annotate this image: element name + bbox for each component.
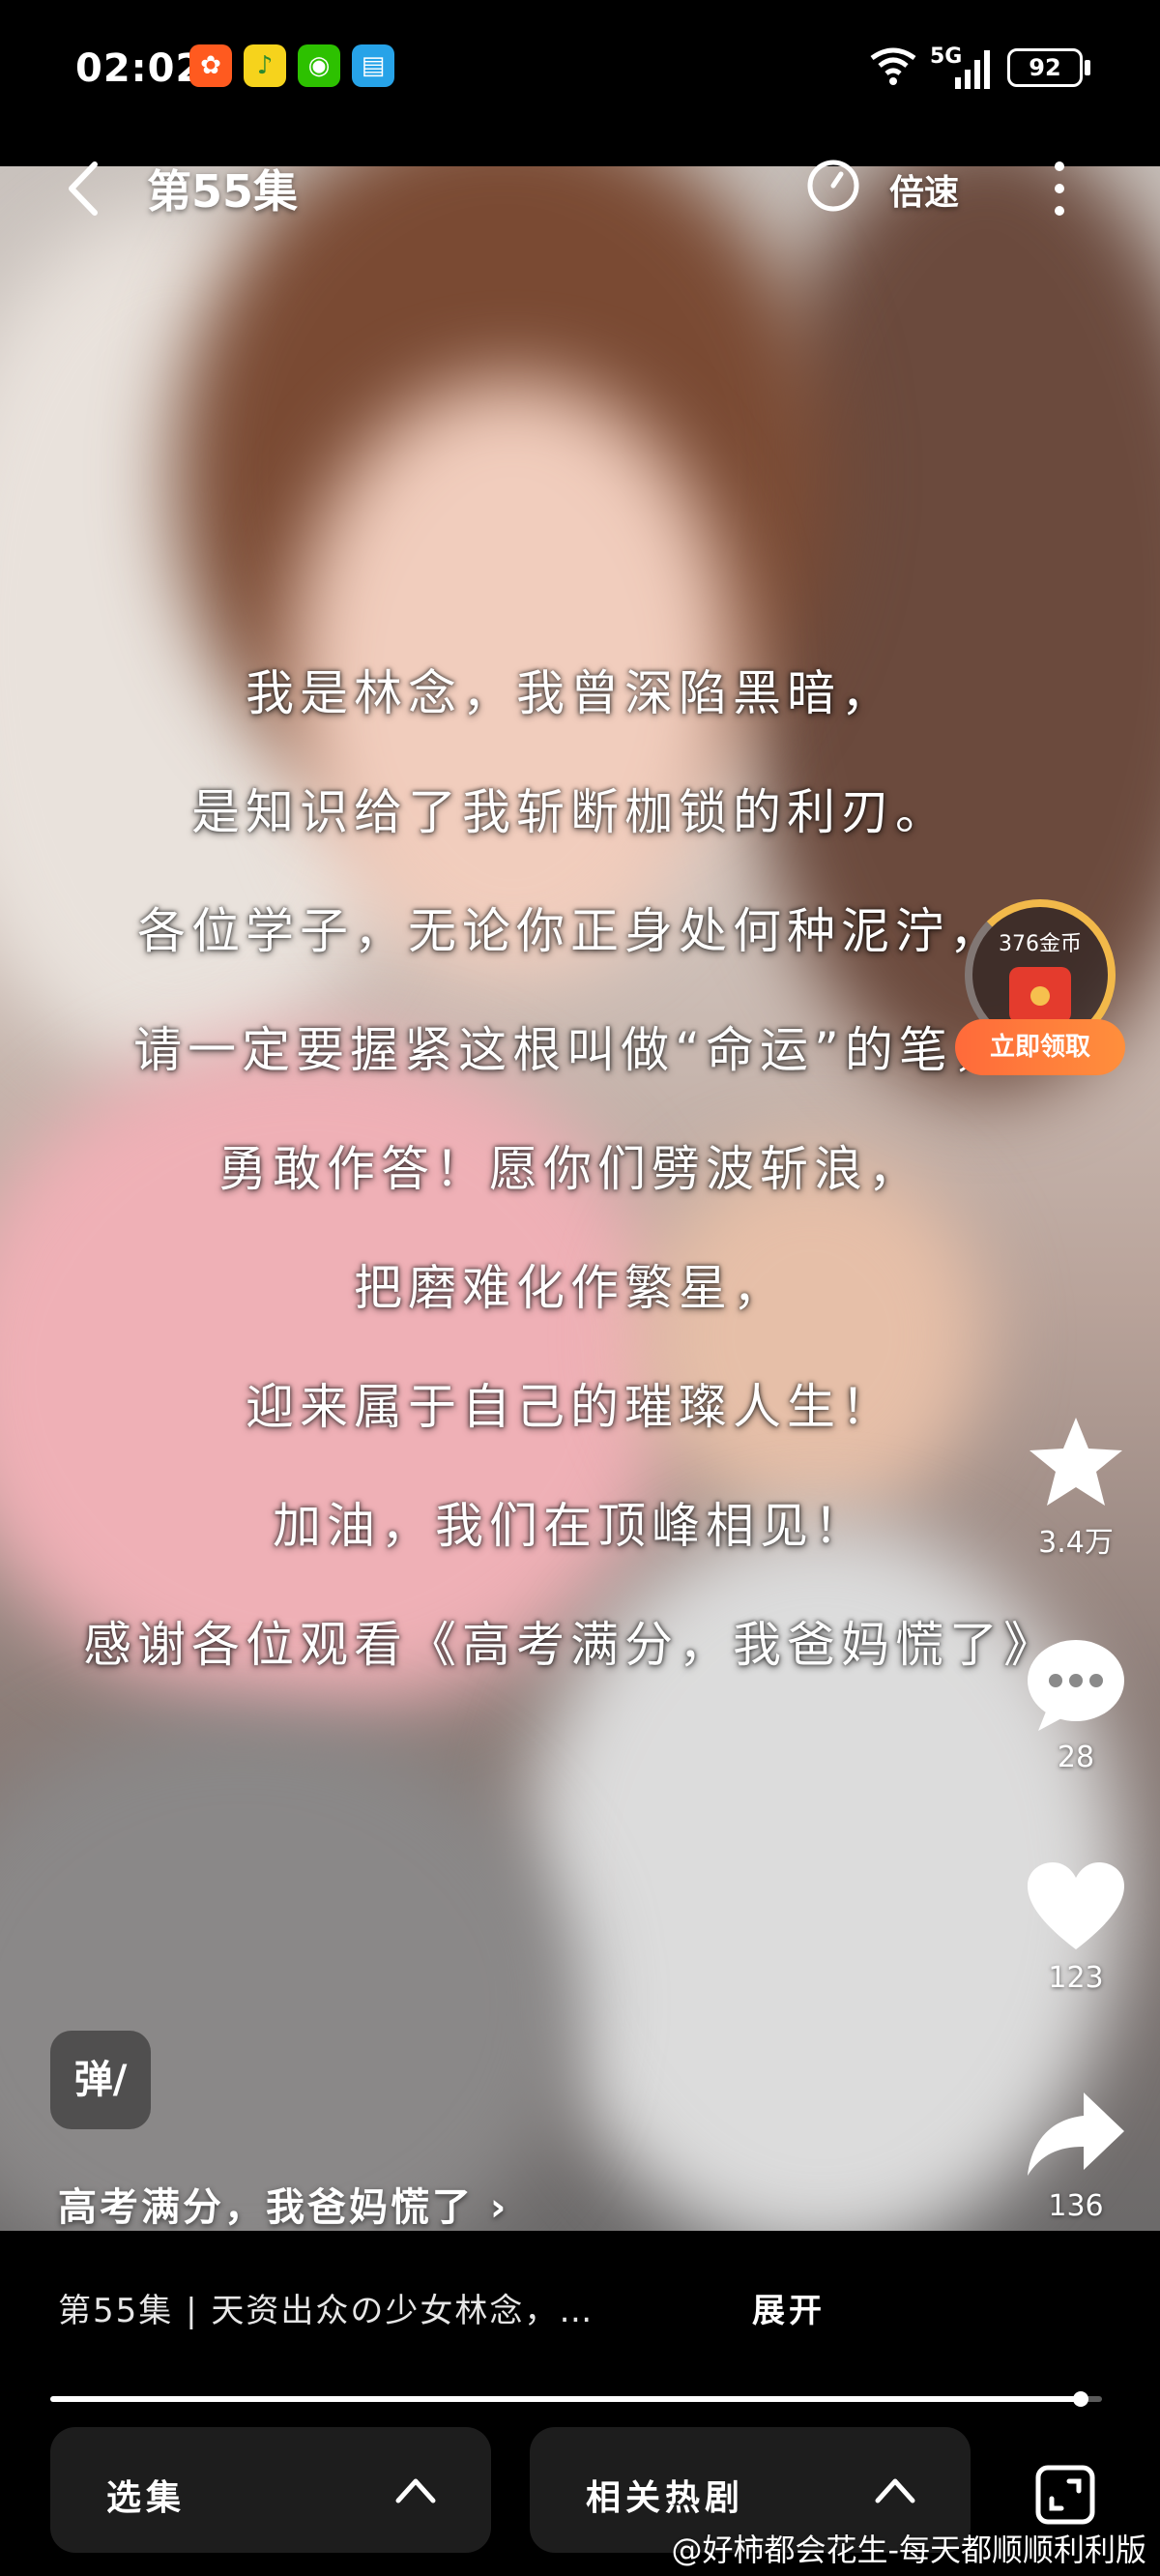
- claim-coins-button[interactable]: 立即领取: [955, 1019, 1125, 1075]
- like-count: 123: [1048, 1961, 1104, 1995]
- like-button[interactable]: 123: [1019, 1860, 1133, 1995]
- danmaku-slash-icon: /: [112, 2058, 128, 2102]
- coin-amount: 376金币: [999, 932, 1082, 956]
- more-options-icon[interactable]: [1048, 155, 1071, 222]
- battery-indicator: 92: [1007, 48, 1083, 87]
- chevron-up-icon: [875, 2478, 915, 2503]
- subtitle-line: 加油，我们在顶峰相见！: [273, 1498, 868, 1554]
- subtitle-block: 我是林念，我曾深陷黑暗， 是知识给了我斩断枷锁的利刃。 各位学子，无论你正身处何…: [58, 650, 1083, 1720]
- danmaku-label: 弹: [73, 2058, 113, 2102]
- fullscreen-icon[interactable]: [1034, 2464, 1096, 2526]
- subtitle-line: 勇敢作答！愿你们劈波斩浪，: [218, 1141, 922, 1197]
- chevron-up-icon: [395, 2478, 436, 2503]
- episode-title: 第55集: [147, 165, 299, 218]
- qq-music-icon: ♪: [244, 44, 286, 87]
- favorite-button[interactable]: 3.4万: [1019, 1414, 1133, 1561]
- phone-screen: 02:02 ✿ ♪ ◉ ▤ 5G 92 第55集 倍速 我是林念，我曾深陷黑暗，…: [0, 0, 1160, 2576]
- episodes-label: 选集: [106, 2478, 187, 2518]
- coin-reward-widget[interactable]: 376金币 立即领取: [955, 899, 1125, 1083]
- battery-tip: [1085, 60, 1090, 75]
- speed-icon[interactable]: [804, 157, 862, 215]
- expand-button[interactable]: 展开: [752, 2284, 826, 2331]
- battery-level: 92: [1029, 54, 1061, 81]
- heart-icon: [1028, 1862, 1124, 1949]
- comment-icon: [1028, 1640, 1124, 1731]
- drama-title-link[interactable]: 高考满分，我爸妈慌了 ›: [58, 2176, 508, 2232]
- subtitle-line: 把磨难化作繁星，: [354, 1260, 787, 1316]
- comment-button[interactable]: 28: [1019, 1636, 1133, 1774]
- red-packet-icon: [1009, 967, 1071, 1023]
- comment-count: 28: [1057, 1741, 1095, 1774]
- star-icon: [1030, 1418, 1122, 1506]
- back-button[interactable]: [60, 155, 108, 222]
- subtitle-line: 是知识给了我斩断枷锁的利刃。: [191, 784, 949, 840]
- subtitle-line: 请一定要握紧这根叫做“命运”的笔，: [133, 1022, 1007, 1078]
- progress-bar[interactable]: [50, 2391, 1102, 2407]
- video-bottom-left: [0, 1713, 580, 2231]
- share-button[interactable]: 136: [1019, 2089, 1133, 2223]
- episodes-selector[interactable]: 选集: [50, 2427, 491, 2553]
- progress-handle[interactable]: [1073, 2391, 1088, 2407]
- status-time: 02:02: [75, 46, 204, 91]
- wechat-icon: ◉: [298, 44, 340, 87]
- status-bar: 02:02 ✿ ♪ ◉ ▤ 5G 92: [0, 0, 1160, 166]
- subtitle-line: 感谢各位观看《高考满分，我爸妈慌了》: [83, 1617, 1058, 1673]
- related-label: 相关热剧: [586, 2478, 745, 2518]
- signal-icon: [955, 50, 990, 89]
- episode-description: 第55集 | 天资出众の少女林念，…: [58, 2292, 594, 2330]
- reader-icon: ▤: [352, 44, 394, 87]
- weibo-watermark: @好柿都会花生-每天都顺顺利利版: [671, 2532, 1146, 2568]
- subtitle-line: 各位学子，无论你正身处何种泥泞，: [137, 903, 1003, 959]
- progress-fill: [50, 2396, 1081, 2402]
- danmaku-toggle[interactable]: 弹/: [50, 2031, 151, 2129]
- share-icon: [1028, 2093, 1124, 2176]
- favorite-count: 3.4万: [1038, 1526, 1114, 1560]
- subtitle-line: 我是林念，我曾深陷黑暗，: [246, 665, 895, 721]
- subtitle-line: 迎来属于自己的璀璨人生！: [246, 1379, 895, 1435]
- share-count: 136: [1048, 2189, 1104, 2223]
- speed-button[interactable]: 倍速: [889, 164, 959, 215]
- kuaishou-icon: ✿: [189, 44, 232, 87]
